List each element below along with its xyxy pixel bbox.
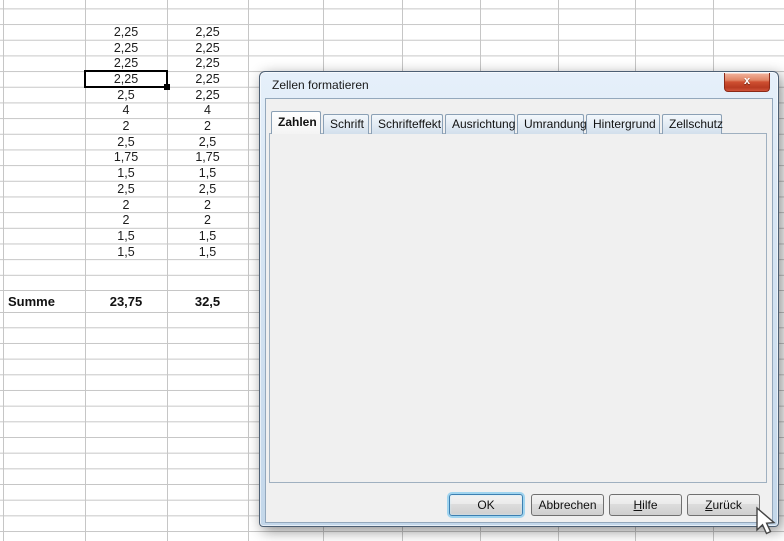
tab-umrandung[interactable]: Umrandung bbox=[517, 114, 584, 134]
sheet-row: 2,252,25 bbox=[0, 24, 260, 40]
tab-page-zahlen bbox=[269, 133, 767, 483]
summe-value-cell[interactable]: 32,5 bbox=[167, 290, 248, 313]
cell[interactable]: 4 bbox=[167, 102, 248, 118]
cell-selection-handle[interactable] bbox=[164, 84, 170, 90]
cell[interactable]: 1,75 bbox=[85, 149, 167, 165]
cell[interactable]: 1,5 bbox=[85, 165, 167, 181]
cell[interactable]: 2 bbox=[167, 118, 248, 134]
sheet-row: 1,751,75 bbox=[0, 149, 260, 165]
cell[interactable]: 2,25 bbox=[167, 40, 248, 56]
sheet-row: 2,252,25 bbox=[0, 40, 260, 56]
summe-label-cell[interactable]: Summe bbox=[3, 290, 83, 313]
sheet-row: 1,51,5 bbox=[0, 228, 260, 244]
cell[interactable]: 2,5 bbox=[85, 181, 167, 197]
label-mnemonic: H bbox=[633, 498, 642, 512]
format-cells-dialog: Zellen formatieren x Zahlen Schrift Schr… bbox=[259, 71, 779, 527]
label-part: ilfe bbox=[642, 498, 657, 512]
ok-button[interactable]: OK bbox=[449, 494, 523, 516]
sheet-row: 22 bbox=[0, 212, 260, 228]
screen: 2,252,25 2,252,25 2,252,25 2,252,25 2,52… bbox=[0, 0, 784, 541]
sheet-row: 2,52,25 bbox=[0, 87, 260, 103]
sheet-row: 1,51,5 bbox=[0, 165, 260, 181]
cell[interactable]: 2 bbox=[85, 197, 167, 213]
cell[interactable]: 1,5 bbox=[167, 228, 248, 244]
close-icon: x bbox=[744, 75, 750, 87]
tab-bar: Zahlen Schrift Schrifteffekt Ausrichtung… bbox=[271, 111, 724, 134]
mouse-cursor-icon bbox=[755, 506, 784, 541]
cell[interactable]: 1,5 bbox=[85, 244, 167, 260]
cell[interactable]: 2,5 bbox=[167, 181, 248, 197]
cell[interactable]: 1,5 bbox=[167, 244, 248, 260]
tab-zellschutz[interactable]: Zellschutz bbox=[662, 114, 722, 134]
label-part: urück bbox=[713, 498, 742, 512]
tab-schrift[interactable]: Schrift bbox=[323, 114, 369, 134]
sheet-row: 22 bbox=[0, 197, 260, 213]
abbrechen-button[interactable]: Abbrechen bbox=[531, 494, 604, 516]
cell[interactable]: 2 bbox=[167, 197, 248, 213]
cell[interactable]: 2 bbox=[85, 118, 167, 134]
cell[interactable]: 2,5 bbox=[85, 134, 167, 150]
label-mnemonic: Z bbox=[705, 498, 712, 512]
sheet-row: 2,52,5 bbox=[0, 181, 260, 197]
sheet-row: 2,252,25 bbox=[0, 55, 260, 71]
sheet-row: 22 bbox=[0, 118, 260, 134]
sheet-row: 44 bbox=[0, 102, 260, 118]
cell[interactable]: 1,5 bbox=[85, 228, 167, 244]
cell[interactable]: 2,5 bbox=[85, 87, 167, 103]
cell[interactable]: 2,25 bbox=[167, 55, 248, 71]
cell[interactable]: 2,25 bbox=[85, 40, 167, 56]
summe-value-cell[interactable]: 23,75 bbox=[85, 290, 167, 313]
cell[interactable]: 2,25 bbox=[167, 71, 248, 87]
close-button[interactable]: x bbox=[724, 73, 770, 92]
cell-selection-border[interactable] bbox=[84, 70, 168, 88]
hilfe-button[interactable]: Hilfe bbox=[609, 494, 682, 516]
cell[interactable]: 2 bbox=[85, 212, 167, 228]
cell[interactable]: 2,25 bbox=[167, 87, 248, 103]
tab-ausrichtung[interactable]: Ausrichtung bbox=[445, 114, 515, 134]
cell[interactable]: 2,5 bbox=[167, 134, 248, 150]
dialog-title: Zellen formatieren bbox=[272, 78, 369, 92]
cell[interactable]: 2,25 bbox=[85, 24, 167, 40]
cell[interactable]: 4 bbox=[85, 102, 167, 118]
summe-row: Summe 23,75 32,5 bbox=[0, 290, 260, 313]
cell[interactable]: 2 bbox=[167, 212, 248, 228]
tab-hintergrund[interactable]: Hintergrund bbox=[586, 114, 660, 134]
tab-schrifteffekt[interactable]: Schrifteffekt bbox=[371, 114, 443, 134]
tab-zahlen[interactable]: Zahlen bbox=[271, 111, 321, 134]
cell[interactable]: 1,75 bbox=[167, 149, 248, 165]
sheet-row: 2,52,5 bbox=[0, 134, 260, 150]
cell[interactable]: 1,5 bbox=[167, 165, 248, 181]
sheet-row: 1,51,5 bbox=[0, 244, 260, 260]
cell[interactable]: 2,25 bbox=[85, 55, 167, 71]
zurueck-button[interactable]: Zurück bbox=[687, 494, 760, 516]
cell[interactable]: 2,25 bbox=[167, 24, 248, 40]
